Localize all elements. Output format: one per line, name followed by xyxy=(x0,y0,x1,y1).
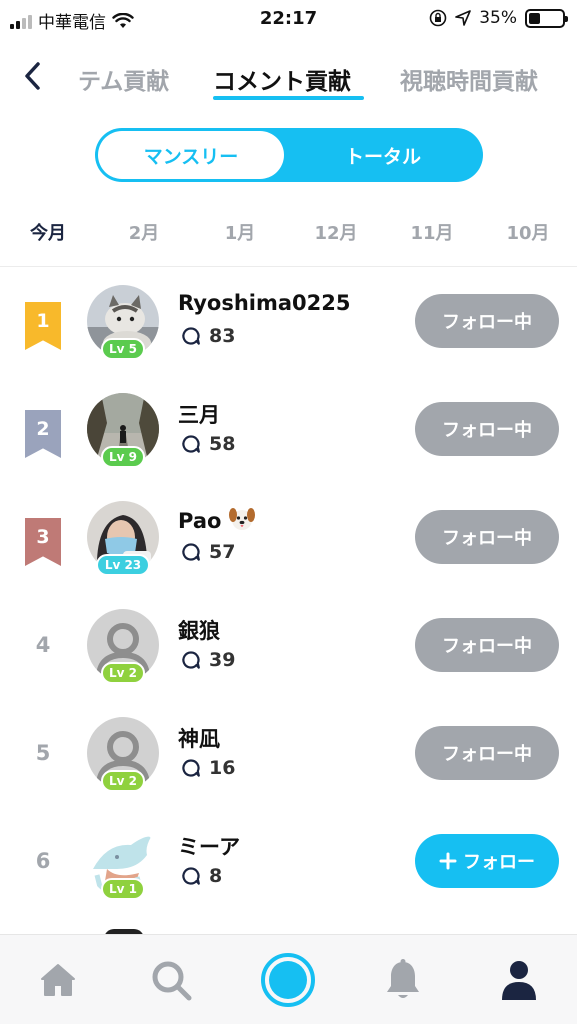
ranking-row[interactable]: 3 Lv 23 Pao 57 フォロー中 xyxy=(0,501,577,609)
comment-count-value: 57 xyxy=(209,541,236,563)
segment-total[interactable]: トータル xyxy=(285,128,481,182)
dog-emoji-icon xyxy=(228,508,255,530)
live-record-icon xyxy=(261,953,315,1007)
rank-ribbon-bronze: 3 xyxy=(25,518,61,566)
comment-icon xyxy=(182,867,200,885)
search-icon xyxy=(152,961,192,1001)
level-badge: Lv 5 xyxy=(101,338,145,360)
level-badge: Lv 2 xyxy=(101,662,145,684)
profile-icon xyxy=(502,961,536,1000)
username[interactable]: 三月 xyxy=(178,399,220,429)
nav-profile[interactable] xyxy=(479,935,559,1024)
battery-icon xyxy=(525,8,568,28)
comment-count-value: 8 xyxy=(209,865,223,887)
comment-count-value: 83 xyxy=(209,325,236,347)
bell-icon xyxy=(387,959,419,998)
comment-icon xyxy=(182,543,200,561)
rank-ribbon-silver: 2 xyxy=(25,410,61,458)
rank-number: 4 xyxy=(35,633,51,657)
nav-live[interactable] xyxy=(248,935,328,1024)
comment-count-value: 16 xyxy=(209,757,236,779)
chevron-left-icon xyxy=(25,62,40,90)
comment-count: 57 xyxy=(181,541,235,563)
month-this-month[interactable]: 今月 xyxy=(8,219,88,245)
following-button[interactable]: フォロー中 xyxy=(415,618,559,672)
active-tab-indicator xyxy=(213,96,364,100)
level-badge: Lv 9 xyxy=(101,446,145,468)
following-button[interactable]: フォロー中 xyxy=(415,510,559,564)
status-right: 35% xyxy=(429,8,568,28)
comment-count: 58 xyxy=(181,433,235,455)
following-button[interactable]: フォロー中 xyxy=(415,294,559,348)
month-october[interactable]: 10月 xyxy=(488,219,568,245)
comment-count: 39 xyxy=(181,649,235,671)
follow-button-label: フォロー xyxy=(463,852,535,873)
nav-search[interactable] xyxy=(131,935,211,1024)
level-badge: Lv 2 xyxy=(101,770,145,792)
username[interactable]: ミーア xyxy=(178,831,240,861)
comment-count-value: 39 xyxy=(209,649,236,671)
tab-watch-time-contribution[interactable]: 視聴時間貢献 xyxy=(400,62,538,96)
comment-icon xyxy=(182,435,200,453)
divider xyxy=(0,266,577,267)
month-december[interactable]: 12月 xyxy=(296,219,376,245)
orientation-lock-icon xyxy=(429,9,447,27)
back-button[interactable] xyxy=(18,58,46,94)
comment-count: 83 xyxy=(181,325,235,347)
ranking-row[interactable]: 4 Lv 2 銀狼 39 フォロー中 xyxy=(0,609,577,717)
username[interactable]: 神凪 xyxy=(178,723,220,753)
following-button[interactable]: フォロー中 xyxy=(415,402,559,456)
tab-comment-contribution[interactable]: コメント貢献 xyxy=(213,62,351,96)
month-january[interactable]: 1月 xyxy=(200,219,280,245)
period-segmented-control: マンスリー トータル xyxy=(95,128,483,182)
nav-notifications[interactable] xyxy=(363,935,443,1024)
rank-ribbon-gold: 1 xyxy=(25,302,61,350)
following-button[interactable]: フォロー中 xyxy=(415,726,559,780)
month-november[interactable]: 11月 xyxy=(392,219,472,245)
tab-item-contribution[interactable]: テム貢献 xyxy=(78,62,169,96)
segment-monthly[interactable]: マンスリー xyxy=(98,131,284,179)
comment-icon xyxy=(182,327,200,345)
contribution-tabs: テム貢献 コメント貢献 視聴時間貢献 xyxy=(0,50,577,106)
ranking-row[interactable]: 6 Lv 1 ミーア 8 フォロー xyxy=(0,825,577,933)
username[interactable]: 銀狼 xyxy=(178,615,220,645)
username-text: Pao xyxy=(178,509,222,533)
plus-icon xyxy=(439,852,457,870)
rank-number: 5 xyxy=(35,741,51,765)
month-february[interactable]: 2月 xyxy=(104,219,184,245)
status-bar: 中華電信 22:17 35% xyxy=(0,0,577,38)
comment-count: 8 xyxy=(181,865,222,887)
bottom-tab-bar xyxy=(0,934,577,1024)
comment-count-value: 58 xyxy=(209,433,236,455)
level-badge: Lv 1 xyxy=(101,878,145,900)
rank-number: 6 xyxy=(35,849,51,873)
comment-count: 16 xyxy=(181,757,235,779)
username[interactable]: Pao xyxy=(178,507,255,533)
home-icon xyxy=(41,964,75,996)
battery-percent: 35% xyxy=(479,8,517,28)
ranking-row[interactable]: 5 Lv 2 神凪 16 フォロー中 xyxy=(0,717,577,825)
location-icon xyxy=(455,10,472,26)
username[interactable]: Ryoshima0225 xyxy=(178,291,351,315)
comment-icon xyxy=(182,651,200,669)
month-selector: 今月 2月 1月 12月 11月 10月 xyxy=(0,215,577,249)
ranking-row[interactable]: 2 Lv 9 三月 58 フォロー中 xyxy=(0,393,577,501)
ranking-row[interactable]: 1 Lv 5 Ryoshima0225 83 フォロー中 xyxy=(0,285,577,393)
comment-icon xyxy=(182,759,200,777)
follow-button[interactable]: フォロー xyxy=(415,834,559,888)
level-badge: Lv 23 xyxy=(96,554,150,576)
nav-home[interactable] xyxy=(18,935,98,1024)
